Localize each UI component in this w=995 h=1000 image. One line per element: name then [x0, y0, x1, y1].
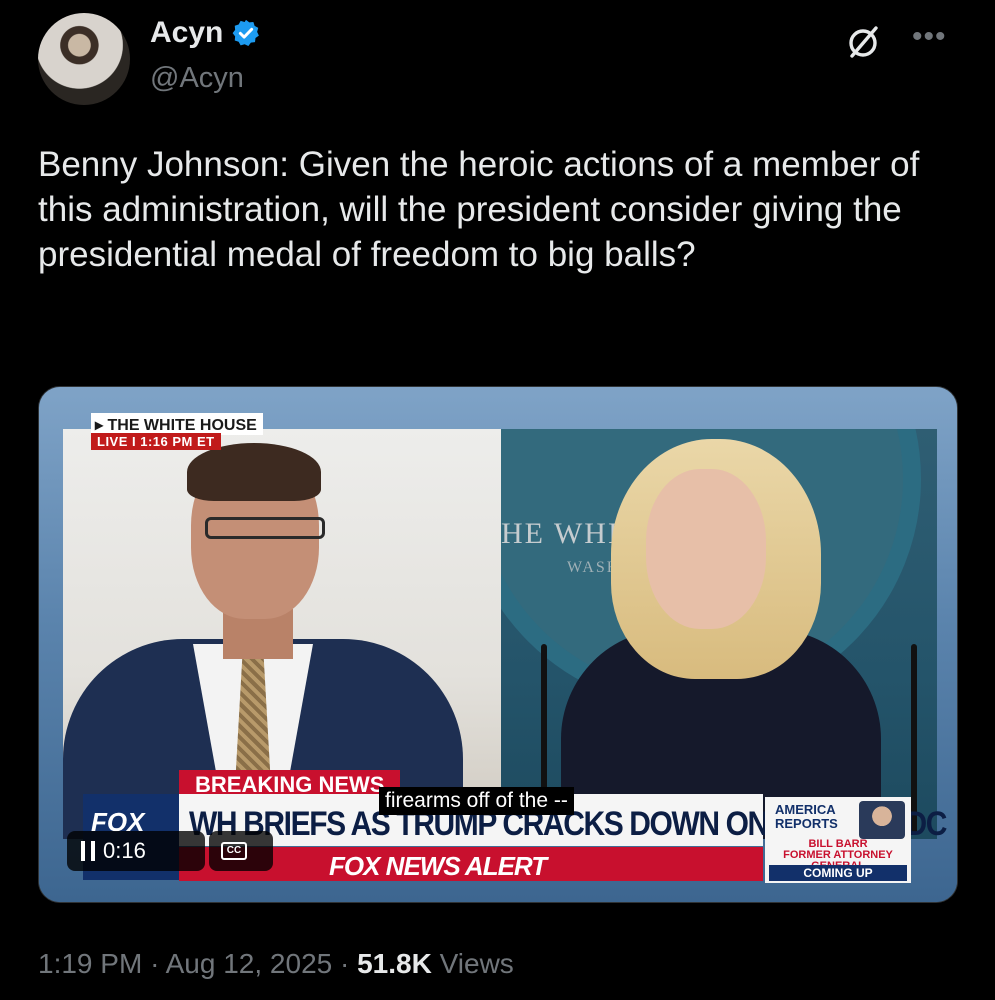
- meta-separator: ·: [340, 948, 350, 979]
- live-time: 1:16 PM ET: [140, 434, 215, 449]
- live-label: LIVE I 1:16 PM ET: [91, 433, 221, 450]
- reporter-hair: [187, 443, 321, 501]
- cc-icon[interactable]: CC: [221, 842, 247, 860]
- tweet-time[interactable]: 1:19 PM: [38, 948, 142, 979]
- live-text: LIVE: [97, 434, 128, 449]
- views-label: Views: [439, 948, 514, 979]
- avatar[interactable]: [38, 13, 130, 105]
- meta-separator: ·: [150, 948, 160, 979]
- video-player[interactable]: HE WHIT SE WASH ▸ THE WHITE HOUSE LIVE I…: [38, 386, 958, 903]
- author-name-row: Acyn: [150, 16, 261, 50]
- location-label: ▸ THE WHITE HOUSE: [91, 413, 263, 435]
- views-count: 51.8K: [357, 948, 432, 979]
- promo-coming-up: COMING UP: [769, 865, 907, 881]
- tweet-meta: 1:19 PM · Aug 12, 2025 · 51.8K Views: [38, 948, 514, 980]
- reporter-glasses: [205, 517, 325, 539]
- location-label-text: THE WHITE HOUSE: [107, 417, 257, 434]
- verified-badge-icon: [232, 19, 260, 46]
- elapsed-time: 0:16: [103, 838, 146, 863]
- alert-text: FOX NEWS ALERT: [329, 851, 547, 881]
- promo-show: AMERICA REPORTS: [775, 802, 838, 831]
- grok-icon[interactable]: [844, 22, 884, 62]
- author-handle[interactable]: @Acyn: [150, 62, 244, 95]
- speaker-face: [646, 469, 766, 629]
- tweet-text: Benny Johnson: Given the heroic actions …: [38, 145, 920, 274]
- pause-icon[interactable]: [81, 841, 95, 861]
- more-icon[interactable]: •••: [912, 20, 947, 54]
- video-right-panel: HE WHIT SE WASH: [501, 429, 937, 839]
- author-display-name[interactable]: Acyn: [150, 16, 223, 50]
- play-pause-timer[interactable]: 0:16: [67, 831, 205, 871]
- promo-guest-photo: [859, 801, 905, 839]
- video-caption: firearms off of the --: [379, 787, 574, 815]
- tweet-date[interactable]: Aug 12, 2025: [166, 948, 333, 979]
